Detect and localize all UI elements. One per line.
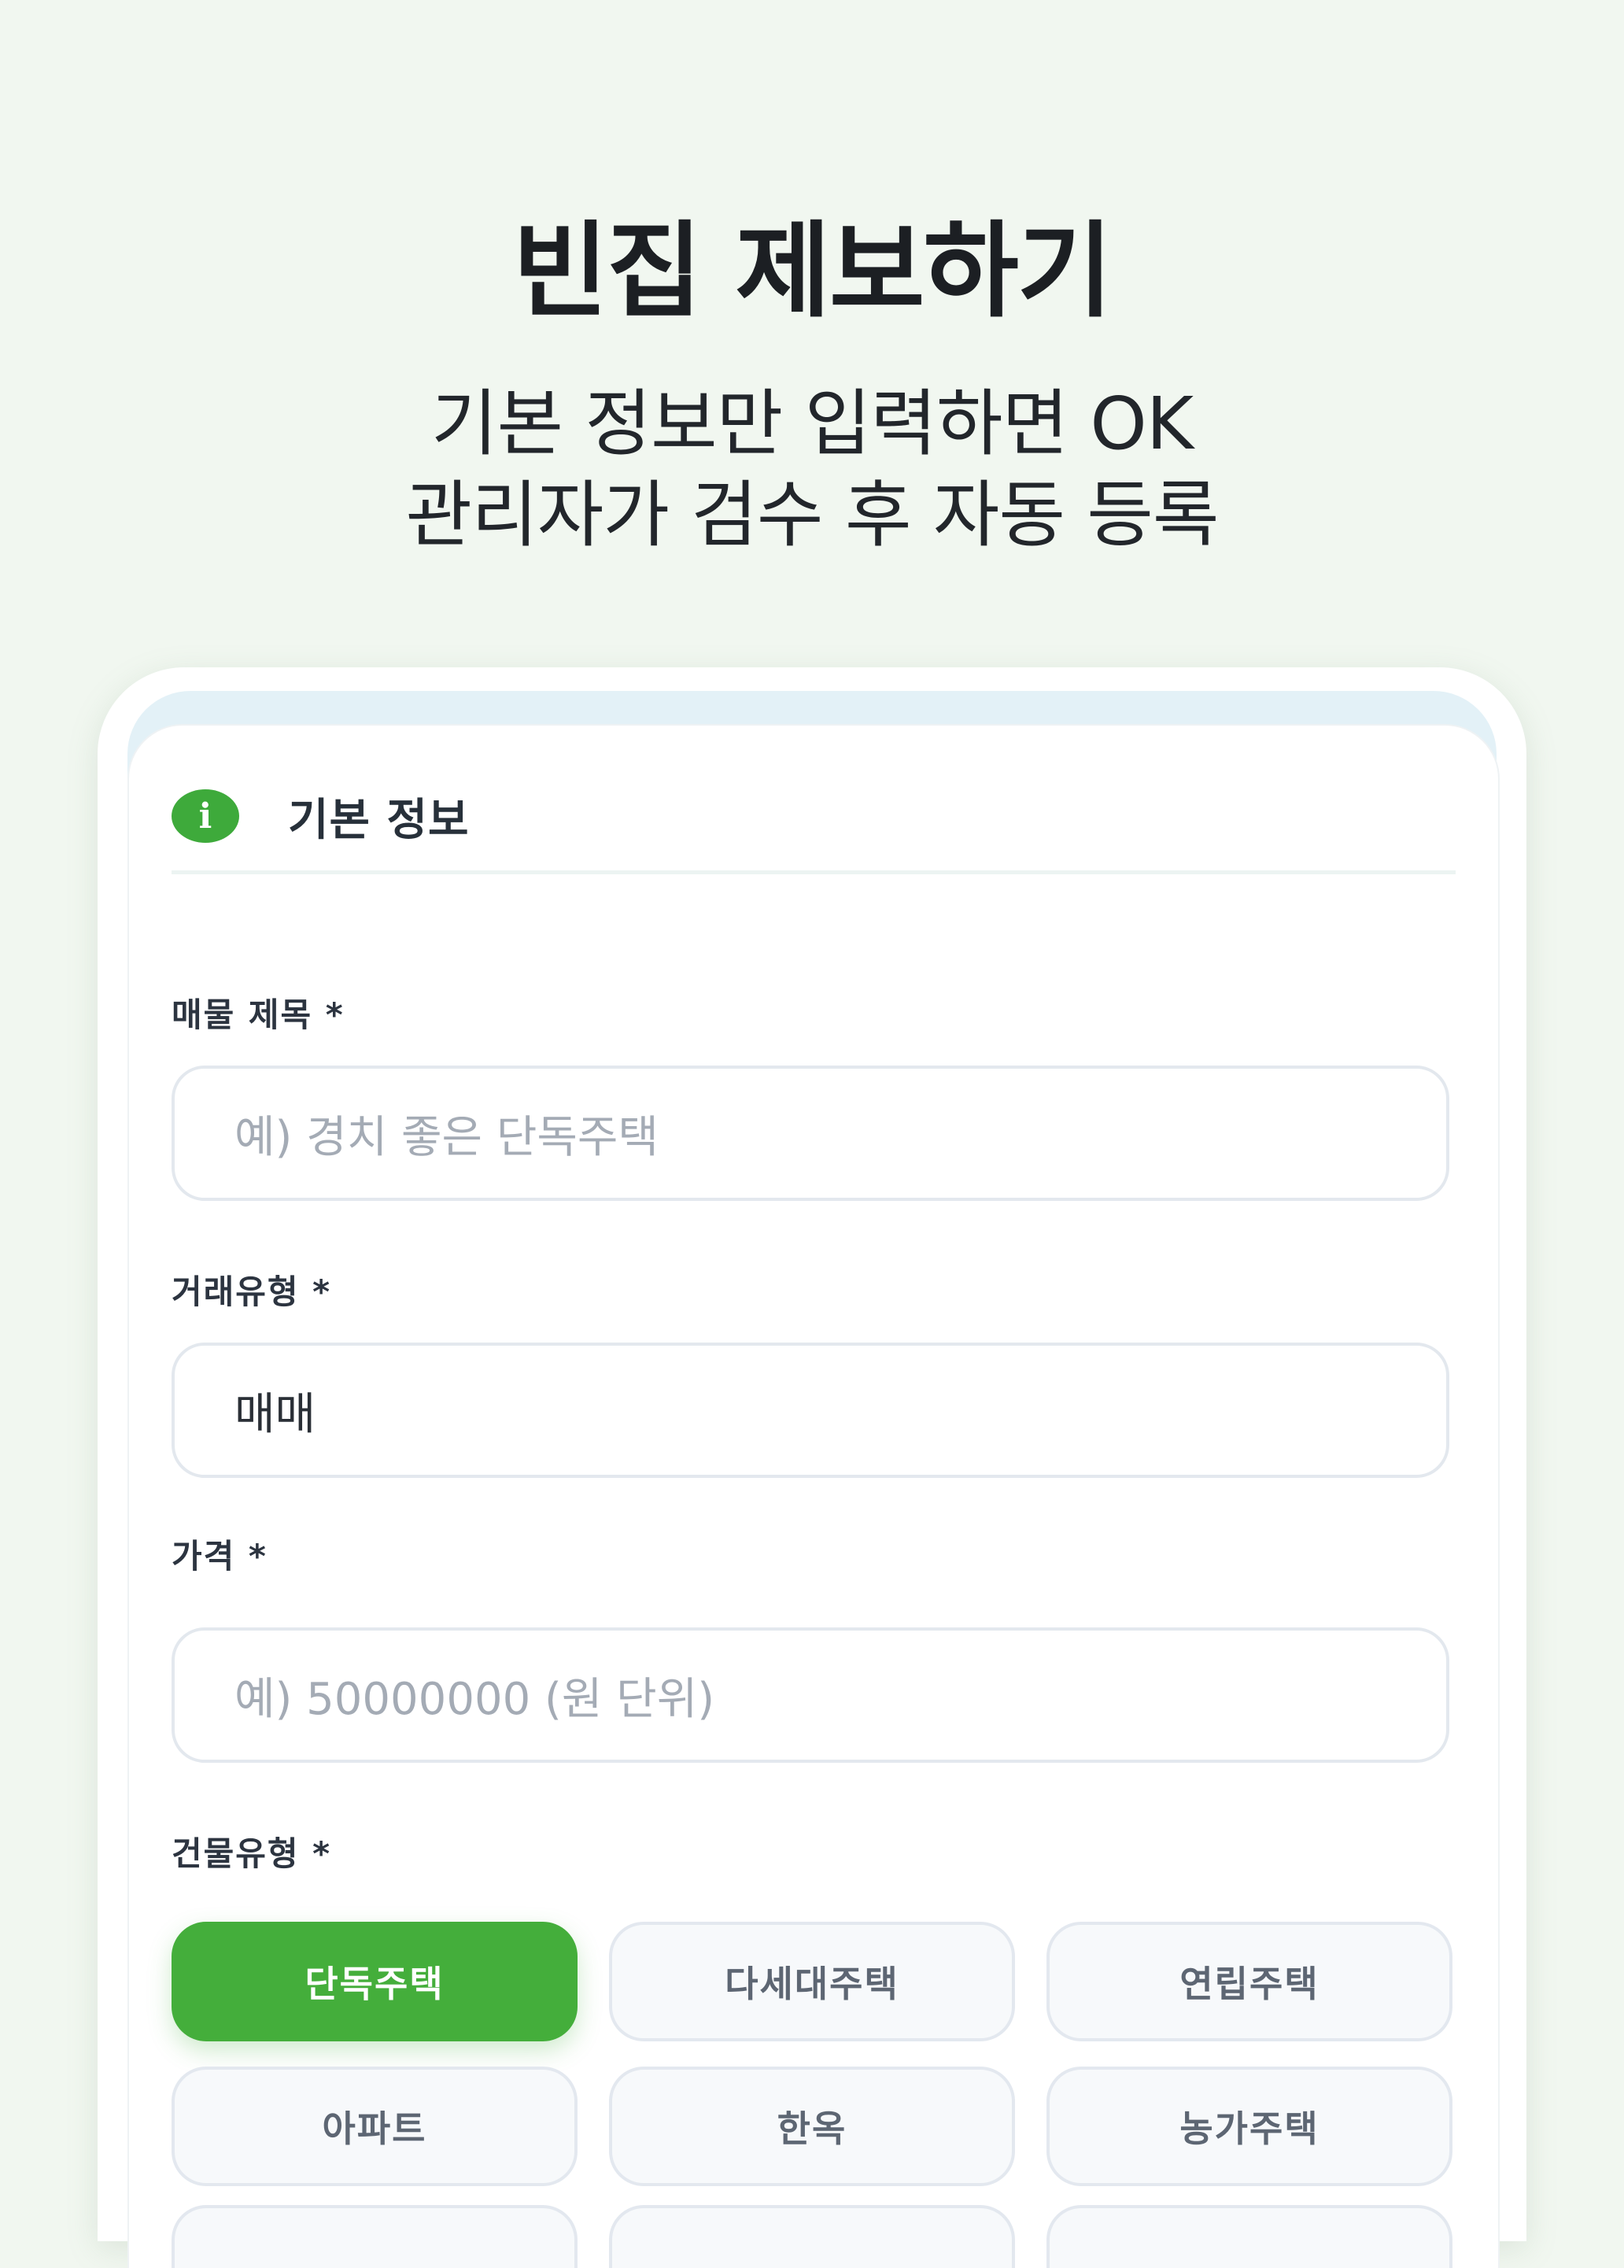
page-title: 빈집 제보하기 (512, 211, 1113, 332)
building-type-option[interactable]: 아파트 (172, 2067, 578, 2186)
building-type-option[interactable]: 농가주택 (1046, 2067, 1452, 2186)
phone-frame: i 기본 정보 매물 제목 * 예) 경치 좋은 단독주택 거래유형 * 매매 … (98, 667, 1526, 2268)
deal-type-label: 거래유형 * (172, 1273, 332, 1311)
subtitle-line-1: 기본 정보만 입력하면 OK (430, 382, 1194, 466)
subtitle-line-2: 관리자가 검수 후 자동 등록 (405, 473, 1219, 557)
section-header: i 기본 정보 (172, 773, 470, 859)
building-type-option-partial[interactable] (609, 2205, 1015, 2268)
deal-type-select[interactable]: 매매 (172, 1343, 1449, 1478)
section-title: 기본 정보 (288, 794, 470, 846)
building-type-label: 건물유형 * (172, 1834, 332, 1873)
price-label: 가격 * (172, 1537, 268, 1575)
title-input[interactable]: 예) 경치 좋은 단독주택 (172, 1066, 1449, 1201)
info-icon: i (172, 789, 239, 843)
building-type-option[interactable]: 연립주택 (1046, 1922, 1452, 2041)
building-type-option[interactable]: 단독주택 (172, 1922, 578, 2041)
section-divider (172, 870, 1456, 874)
title-label: 매물 제목 * (172, 995, 345, 1034)
building-type-option[interactable]: 한옥 (609, 2067, 1015, 2186)
price-input[interactable]: 예) 50000000 (원 단위) (172, 1627, 1449, 1763)
building-type-option-partial[interactable] (172, 2205, 578, 2268)
form-card: i 기본 정보 매물 제목 * 예) 경치 좋은 단독주택 거래유형 * 매매 … (127, 724, 1500, 2268)
building-type-option-partial[interactable] (1046, 2205, 1452, 2268)
building-type-option[interactable]: 다세대주택 (609, 1922, 1015, 2041)
